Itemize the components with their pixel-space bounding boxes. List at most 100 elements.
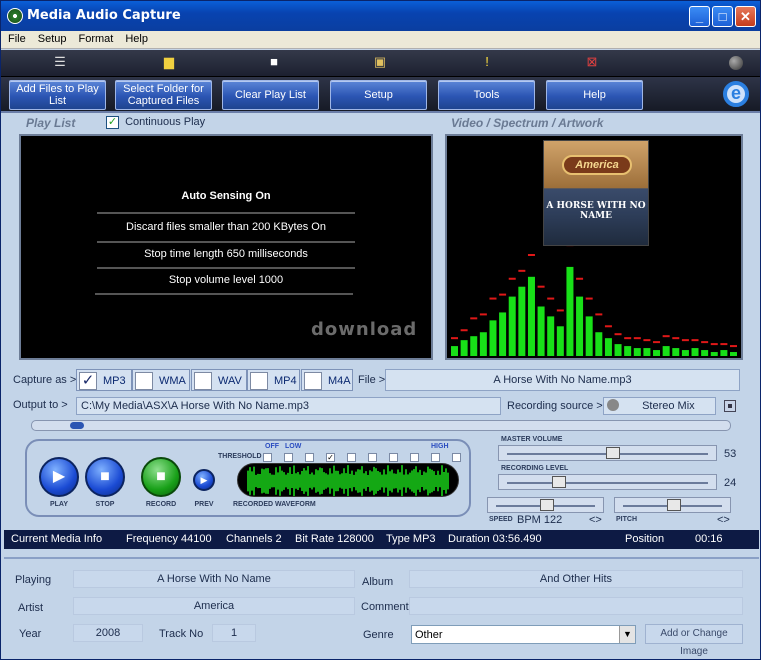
spectrum-bar [633,348,641,356]
spectrum-peak [653,341,661,344]
spectrum-bar [681,350,689,356]
setup-button[interactable]: Setup [330,80,427,110]
pitch-slider[interactable] [614,497,731,513]
threshold-checkbox[interactable] [305,453,314,462]
threshold-checkbox[interactable] [368,453,377,462]
recording-level-slider[interactable] [498,474,717,490]
tools-icon[interactable]: ▣ [371,54,389,70]
recording-source-settings-button[interactable] [724,400,736,412]
genre-select[interactable]: Other ▼ [411,625,636,644]
list-icon[interactable]: ☰ [51,54,69,70]
stop-capture-icon[interactable]: ⊠ [583,54,601,70]
format-mp4-checkbox[interactable] [250,372,268,390]
recording-source-label: Recording source > [507,400,603,412]
help-icon[interactable]: ! [478,54,496,70]
threshold-checkbox[interactable] [389,453,398,462]
record-icon: ■ [156,468,166,485]
menu-help[interactable]: Help [118,31,153,45]
recording-source-select[interactable]: Stereo Mix [603,397,716,415]
spectrum-bar [479,332,487,356]
format-mp3-checkbox[interactable]: ✓ [79,372,97,390]
record-button[interactable]: ■ [141,457,181,497]
spectrum-peak [451,337,458,340]
metadata-panel: Playing A Horse With No Name Artist Amer… [4,557,759,657]
format-wma-checkbox[interactable] [135,372,153,390]
album-field[interactable]: And Other Hits [409,570,743,588]
folder-icon[interactable]: ▆ [160,54,178,70]
spectrum-peak [662,335,670,338]
menu-format[interactable]: Format [71,31,118,45]
add-change-image-button[interactable]: Add or Change Image [645,624,743,657]
spectrum-bar [643,348,651,356]
speed-label: SPEED [489,516,513,523]
format-wav-checkbox[interactable] [194,372,212,390]
threshold-low-label: LOW [285,443,302,450]
comment-field[interactable] [409,597,743,615]
speed-slider[interactable] [487,497,604,513]
spectrum-bar [614,344,622,356]
output-path-field[interactable]: C:\My Media\ASX\A Horse With No Name.mp3 [76,397,501,415]
browser-icon[interactable]: e [723,81,749,107]
file-name-field[interactable]: A Horse With No Name.mp3 [385,369,740,391]
track-no-field[interactable]: 1 [212,624,256,642]
threshold-high-label: HIGH [431,443,449,450]
waveform-trace [247,465,449,496]
format-wav[interactable]: WAV [191,369,247,391]
spectrum-peak [547,297,555,300]
threshold-checkbox[interactable] [431,453,440,462]
stop-button[interactable]: ■ [85,457,125,497]
help-button[interactable]: Help [546,80,643,110]
album-artwork: America A HORSE WITH NO NAME [543,140,649,246]
spectrum-bar [537,306,545,356]
bitrate-info: Bit Rate 128000 [295,533,374,545]
threshold-checkbox[interactable] [284,453,293,462]
format-m4a[interactable]: M4A [301,369,353,391]
continuous-play-checkbox[interactable]: ✓ [106,116,119,129]
pitch-knob[interactable] [667,499,681,511]
close-button[interactable]: ✕ [735,6,756,27]
master-volume-slider[interactable] [498,445,717,461]
threshold-checkbox[interactable] [410,453,419,462]
recording-level-knob[interactable] [551,476,566,488]
seek-bar[interactable] [31,420,731,431]
play-button[interactable]: ▶ [39,457,79,497]
spectrum-bar [730,352,737,356]
year-field[interactable]: 2008 [73,624,143,642]
playlist-section-label: Play List [26,116,76,130]
menu-file[interactable]: File [1,31,31,45]
master-volume-label: MASTER VOLUME [501,436,563,443]
threshold-checkbox[interactable] [452,453,461,462]
add-files-button[interactable]: Add Files to Play List [9,80,106,110]
spectrum-bar [489,320,497,356]
master-volume-knob[interactable] [606,447,621,459]
play-icon: ▶ [52,468,66,485]
speed-adjust-arrows[interactable]: <> [589,514,602,526]
seek-thumb[interactable] [70,422,84,429]
format-mp3[interactable]: ✓ MP3 [76,369,132,391]
menu-setup[interactable]: Setup [31,31,72,45]
format-mp4[interactable]: MP4 [247,369,300,391]
continuous-play[interactable]: ✓ Continuous Play [106,116,205,129]
playing-field[interactable]: A Horse With No Name [73,570,355,588]
spectrum-peak [633,337,641,340]
pitch-adjust-arrows[interactable]: <> [717,514,730,526]
format-m4a-checkbox[interactable] [304,372,322,390]
page-icon[interactable]: ■ [265,54,283,70]
threshold-checkbox[interactable] [347,453,356,462]
chevron-down-icon[interactable]: ▼ [619,626,635,643]
minimize-button[interactable]: _ [689,6,710,27]
tools-button[interactable]: Tools [438,80,535,110]
title-bar[interactable]: Media Audio Capture _ □ ✕ [1,1,760,31]
artist-field[interactable]: America [73,597,355,615]
spectrum-bar [547,316,555,356]
format-wma[interactable]: WMA [132,369,190,391]
clear-playlist-button[interactable]: Clear Play List [222,80,319,110]
maximize-button[interactable]: □ [712,6,733,27]
spectrum-bar [556,326,564,356]
threshold-checkbox[interactable] [263,453,272,462]
threshold-checkbox[interactable]: ✓ [326,453,335,462]
prev-button[interactable]: ▶ [193,469,215,491]
select-folder-button[interactable]: Select Folder for Captured Files [115,80,212,110]
spectrum-peak [556,309,564,312]
speed-knob[interactable] [540,499,554,511]
